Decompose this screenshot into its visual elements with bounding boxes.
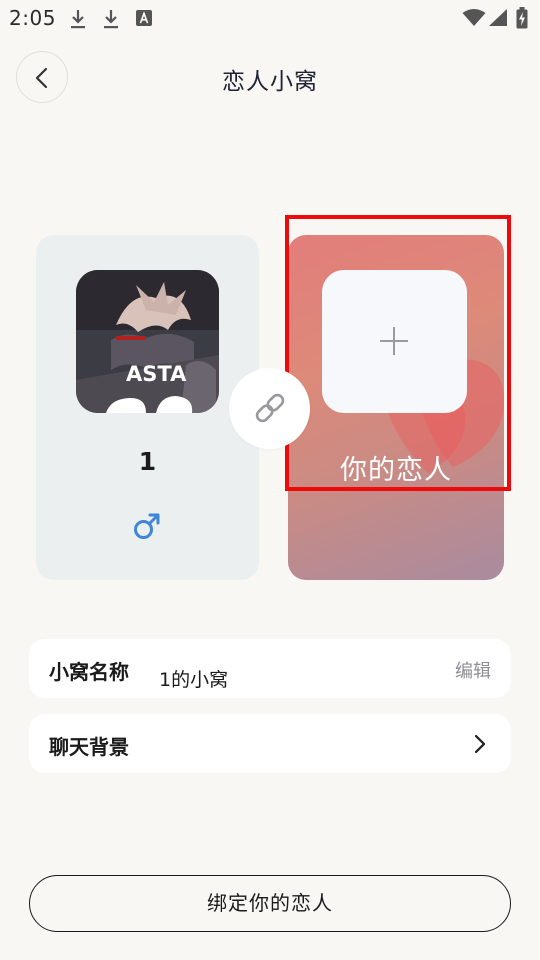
battery-charging-icon <box>516 7 528 29</box>
nest-name-value: 1的小窝 <box>159 669 229 691</box>
chevron-right-icon <box>474 734 486 754</box>
link-badge <box>229 368 310 449</box>
chat-background-row[interactable]: 聊天背景 <box>29 714 511 773</box>
nest-name-label: 小窝名称 <box>49 660 129 684</box>
chat-background-label: 聊天背景 <box>49 735 129 759</box>
edit-button[interactable]: 编辑 <box>455 657 491 683</box>
male-icon <box>134 513 160 539</box>
wifi-icon <box>462 9 486 26</box>
page-title: 恋人小窝 <box>222 69 318 95</box>
status-time: 2:05 <box>9 6 56 30</box>
my-profile-card: ASTA 1 <box>36 235 259 580</box>
avatar[interactable]: ASTA <box>76 270 219 413</box>
font-icon <box>136 10 152 26</box>
link-icon <box>255 393 285 423</box>
signal-icon <box>489 9 507 26</box>
nest-name-row[interactable]: 小窝名称 1的小窝 编辑 <box>29 639 511 698</box>
bind-lover-button[interactable]: 绑定你的恋人 <box>29 875 511 932</box>
highlight-box <box>285 215 511 491</box>
download-icon <box>104 10 118 29</box>
my-nickname: 1 <box>138 447 157 476</box>
status-bar: 2:05 <box>0 0 540 40</box>
download-icon <box>71 10 85 29</box>
avatar-text: ASTA <box>126 362 187 386</box>
